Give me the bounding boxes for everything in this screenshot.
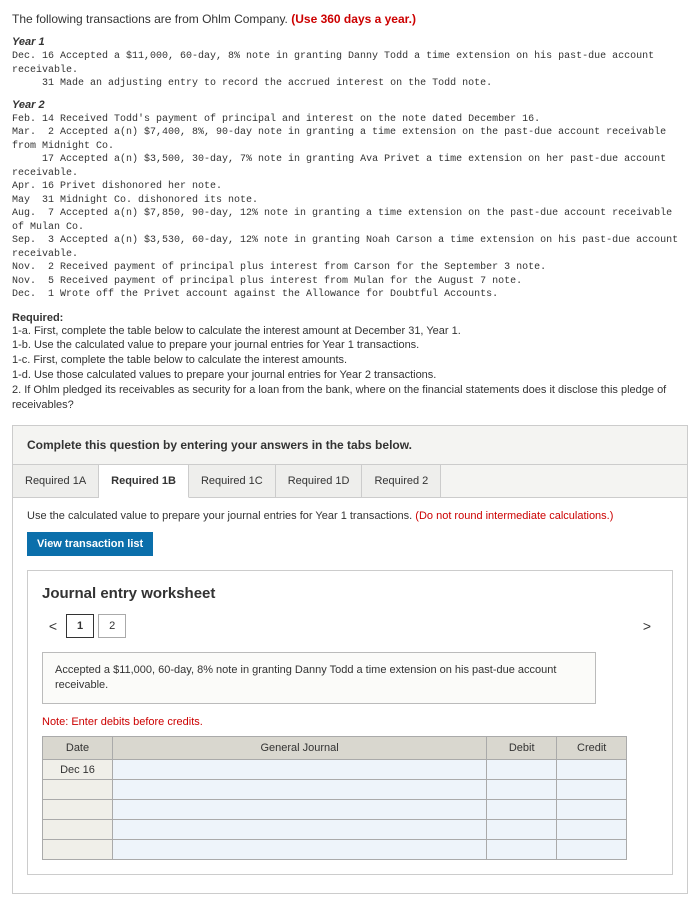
cell-date[interactable]: Dec 16 [43,760,113,780]
cell-account[interactable] [113,800,487,820]
cell-credit[interactable] [557,800,627,820]
cell-credit[interactable] [557,760,627,780]
cell-date[interactable] [43,800,113,820]
cell-debit[interactable] [487,820,557,840]
cell-debit[interactable] [487,780,557,800]
cell-debit[interactable] [487,800,557,820]
view-transaction-list-button[interactable]: View transaction list [27,532,153,556]
col-date: Date [43,737,113,760]
cell-credit[interactable] [557,780,627,800]
year1-header: Year 1 [12,36,688,48]
tab-required-2[interactable]: Required 2 [362,465,441,498]
tabs-row: Required 1A Required 1B Required 1C Requ… [13,464,687,498]
hint-text: Use the calculated value to prepare your… [27,510,415,522]
req-1b: 1-b. Use the calculated value to prepare… [12,339,419,351]
cell-account[interactable] [113,840,487,860]
tab-required-1d[interactable]: Required 1D [276,465,363,498]
panel-instruction: Complete this question by entering your … [13,426,687,464]
cell-credit[interactable] [557,840,627,860]
cell-account[interactable] [113,820,487,840]
req-1a: 1-a. First, complete the table below to … [12,325,461,337]
pager-prev[interactable]: < [42,618,64,634]
table-row [43,840,627,860]
required-header: Required: [12,312,688,324]
cell-account[interactable] [113,780,487,800]
cell-debit[interactable] [487,760,557,780]
tabs-filler [441,465,687,498]
pager-page-2[interactable]: 2 [98,614,126,638]
table-row [43,820,627,840]
year2-transactions: Feb. 14 Received Todd's payment of princ… [12,113,688,302]
table-row: Dec 16 [43,760,627,780]
intro-red: (Use 360 days a year.) [291,12,416,26]
required-list: 1-a. First, complete the table below to … [12,324,688,413]
year2-header: Year 2 [12,99,688,111]
tab-pane: Use the calculated value to prepare your… [13,498,687,894]
journal-entry-table: Date General Journal Debit Credit Dec 16 [42,736,627,860]
cell-credit[interactable] [557,820,627,840]
intro-text: The following transactions are from Ohlm… [12,12,288,26]
cell-date[interactable] [43,780,113,800]
tab-hint: Use the calculated value to prepare your… [27,510,673,522]
req-1c: 1-c. First, complete the table below to … [12,354,347,366]
note-debits-first: Note: Enter debits before credits. [42,716,658,728]
pager-next[interactable]: > [636,618,658,634]
cell-debit[interactable] [487,840,557,860]
journal-entry-worksheet: Journal entry worksheet < 1 2 > Accepted… [27,570,673,876]
tab-required-1a[interactable]: Required 1A [13,465,99,498]
tab-required-1c[interactable]: Required 1C [189,465,276,498]
cell-date[interactable] [43,840,113,860]
cell-date[interactable] [43,820,113,840]
year1-transactions: Dec. 16 Accepted a $11,000, 60-day, 8% n… [12,50,688,91]
entry-description: Accepted a $11,000, 60-day, 8% note in g… [42,652,596,705]
tab-required-1b[interactable]: Required 1B [99,465,189,498]
worksheet-title: Journal entry worksheet [42,585,658,602]
cell-account[interactable] [113,760,487,780]
hint-red: (Do not round intermediate calculations.… [415,510,613,522]
col-debit: Debit [487,737,557,760]
pager-page-1[interactable]: 1 [66,614,94,638]
req-2: 2. If Ohlm pledged its receivables as se… [12,384,666,411]
worksheet-pager: < 1 2 > [42,614,658,638]
col-gj: General Journal [113,737,487,760]
col-credit: Credit [557,737,627,760]
answer-panel: Complete this question by entering your … [12,425,688,895]
req-1d: 1-d. Use those calculated values to prep… [12,369,436,381]
table-row [43,780,627,800]
table-row [43,800,627,820]
